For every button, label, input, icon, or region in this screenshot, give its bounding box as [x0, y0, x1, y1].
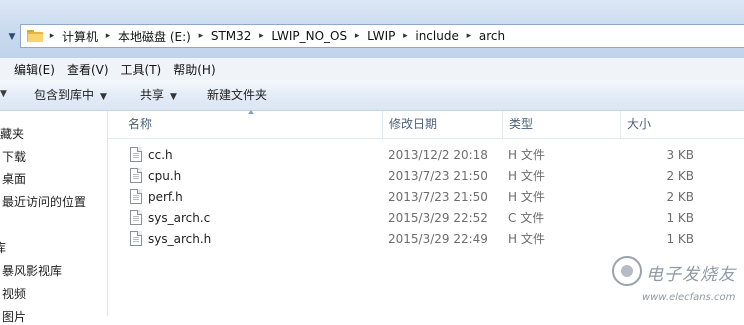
chevron-down-icon: ▼ — [170, 92, 177, 102]
file-icon — [130, 168, 142, 183]
new-folder-label: 新建文件夹 — [207, 88, 268, 102]
column-header-name[interactable]: 名称 — [122, 111, 382, 138]
nav-item-pictures[interactable]: 图片 — [2, 308, 26, 325]
column-header-date-modified[interactable]: 修改日期 — [382, 111, 502, 138]
breadcrumb-include[interactable]: include — [412, 29, 461, 43]
file-name: cpu.h — [148, 169, 182, 183]
watermark-title: 电子发烧友 — [646, 265, 736, 285]
file-icon — [130, 189, 142, 204]
recent-pages-chevron-icon[interactable]: ▼ — [6, 31, 18, 43]
chevron-down-icon: ▼ — [100, 92, 107, 102]
menu-edit[interactable]: 编辑(E) — [8, 61, 61, 78]
navigation-pane: 藏夹 下载 桌面 最近访问的位置 库 暴风影视库 视频 图片 — [0, 111, 108, 324]
menu-bar: 编辑(E) 查看(V) 工具(T) 帮助(H) — [0, 58, 744, 81]
file-date-modified: 2013/12/2 20:18 — [388, 148, 488, 162]
nav-item-favorites[interactable]: 藏夹 — [0, 125, 24, 142]
breadcrumb-separator-icon[interactable]: ▸ — [254, 31, 268, 41]
watermark-logo-icon — [612, 256, 642, 286]
file-icon — [130, 147, 142, 162]
file-size: 2 KB — [666, 169, 694, 183]
column-header-row: 名称 修改日期 类型 大小 — [108, 110, 744, 139]
file-date-modified: 2013/7/23 21:50 — [388, 190, 488, 204]
file-type: H 文件 — [508, 232, 545, 246]
nav-item-downloads[interactable]: 下载 — [2, 148, 26, 165]
nav-item-baofeng-library[interactable]: 暴风影视库 — [2, 262, 62, 279]
column-header-size[interactable]: 大小 — [620, 111, 700, 138]
nav-item-desktop[interactable]: 桌面 — [2, 170, 26, 187]
breadcrumb-drive-e[interactable]: 本地磁盘 (E:) — [115, 28, 194, 45]
file-type: H 文件 — [508, 148, 545, 162]
file-row[interactable]: sys_arch.h 2015/3/29 22:49 H 文件 1 KB — [108, 229, 744, 250]
command-toolbar: ▼ 包含到库中 ▼ 共享 ▼ 新建文件夹 — [0, 80, 744, 111]
share-label: 共享 — [140, 88, 165, 102]
column-header-type[interactable]: 类型 — [502, 111, 620, 138]
menu-tools[interactable]: 工具(T) — [115, 61, 168, 78]
file-name: cc.h — [148, 148, 173, 162]
file-name: sys_arch.c — [148, 211, 211, 225]
file-row[interactable]: cpu.h 2013/7/23 21:50 H 文件 2 KB — [108, 166, 744, 187]
file-type: C 文件 — [508, 211, 545, 225]
menu-help[interactable]: 帮助(H) — [167, 61, 221, 78]
breadcrumb-separator-icon[interactable]: ▸ — [45, 31, 59, 41]
file-date-modified: 2015/3/29 22:49 — [388, 232, 488, 246]
watermark: 电子发烧友 www.elecfans.com — [612, 256, 740, 312]
address-bar[interactable]: ▸ 计算机 ▸ 本地磁盘 (E:) ▸ STM32 ▸ LWIP_NO_OS ▸… — [20, 24, 744, 48]
breadcrumb-separator-icon[interactable]: ▸ — [101, 31, 115, 41]
breadcrumb-lwip-no-os[interactable]: LWIP_NO_OS — [268, 29, 350, 43]
file-size: 1 KB — [666, 232, 694, 246]
file-type: H 文件 — [508, 169, 545, 183]
include-in-library-button[interactable]: 包含到库中 ▼ — [34, 80, 107, 110]
share-button[interactable]: 共享 ▼ — [140, 80, 177, 110]
nav-item-recent-places[interactable]: 最近访问的位置 — [2, 193, 86, 210]
file-date-modified: 2015/3/29 22:52 — [388, 211, 488, 225]
organize-chevron-down-icon[interactable]: ▼ — [0, 89, 7, 99]
file-size: 1 KB — [666, 211, 694, 225]
breadcrumb-separator-icon[interactable]: ▸ — [398, 31, 412, 41]
file-name: perf.h — [148, 190, 183, 204]
breadcrumb-lwip[interactable]: LWIP — [364, 29, 398, 43]
file-type: H 文件 — [508, 190, 545, 204]
file-size: 2 KB — [666, 190, 694, 204]
new-folder-button[interactable]: 新建文件夹 — [207, 80, 267, 110]
file-date-modified: 2013/7/23 21:50 — [388, 169, 488, 183]
breadcrumb-computer[interactable]: 计算机 — [59, 28, 101, 45]
file-row[interactable]: perf.h 2013/7/23 21:50 H 文件 2 KB — [108, 187, 744, 208]
title-bar: ▼ ▸ 计算机 ▸ 本地磁盘 (E:) ▸ STM32 ▸ LWIP_NO_OS… — [0, 0, 744, 58]
nav-item-libraries[interactable]: 库 — [0, 239, 6, 256]
file-row[interactable]: sys_arch.c 2015/3/29 22:52 C 文件 1 KB — [108, 208, 744, 229]
breadcrumb-separator-icon[interactable]: ▸ — [350, 31, 364, 41]
folder-icon — [27, 30, 43, 42]
watermark-url: www.elecfans.com — [642, 292, 736, 303]
file-icon — [130, 210, 142, 225]
file-name: sys_arch.h — [148, 232, 212, 246]
breadcrumb-separator-icon[interactable]: ▸ — [462, 31, 476, 41]
file-size: 3 KB — [666, 148, 694, 162]
file-row[interactable]: cc.h 2013/12/2 20:18 H 文件 3 KB — [108, 145, 744, 166]
breadcrumb-arch[interactable]: arch — [476, 29, 508, 43]
menu-view[interactable]: 查看(V) — [61, 61, 115, 78]
include-in-library-label: 包含到库中 — [34, 88, 95, 102]
file-icon — [130, 231, 142, 246]
breadcrumb-stm32[interactable]: STM32 — [208, 29, 255, 43]
breadcrumb-separator-icon[interactable]: ▸ — [194, 31, 208, 41]
nav-item-videos[interactable]: 视频 — [2, 285, 26, 302]
